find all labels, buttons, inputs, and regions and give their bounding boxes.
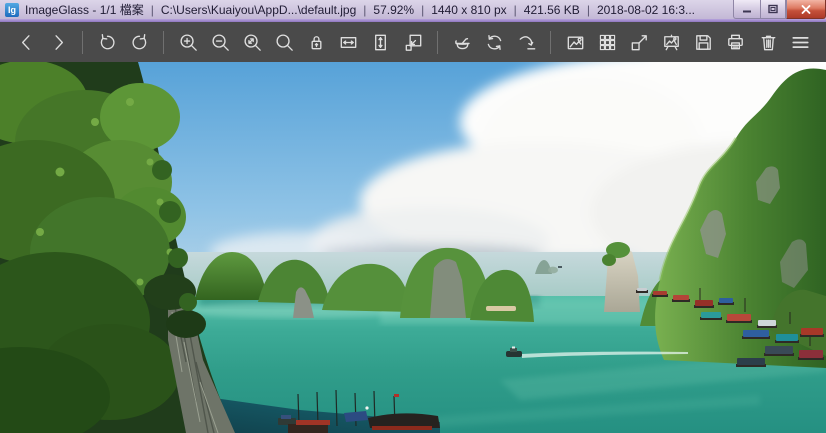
title-separator: | bbox=[144, 3, 161, 17]
trash-icon bbox=[757, 31, 780, 54]
auto-size-window-button[interactable] bbox=[397, 26, 429, 58]
title-segment: 2018-08-02 16:3... bbox=[597, 3, 695, 17]
open-file-icon bbox=[451, 31, 474, 54]
rotate-counterclockwise-button[interactable] bbox=[91, 26, 123, 58]
full-screen-button[interactable] bbox=[624, 26, 656, 58]
zoom-in-button[interactable] bbox=[172, 26, 204, 58]
title-separator: | bbox=[414, 3, 431, 17]
go-to-page-button[interactable] bbox=[510, 26, 542, 58]
zoom-out-icon bbox=[209, 31, 232, 54]
fit-width-icon bbox=[337, 31, 360, 54]
save-icon bbox=[692, 31, 715, 54]
toolbar-separator bbox=[437, 31, 438, 54]
picture-icon bbox=[564, 31, 587, 54]
actual-size-button[interactable] bbox=[269, 26, 301, 58]
maximize-button[interactable] bbox=[760, 0, 786, 19]
toolbar bbox=[0, 22, 826, 62]
fullscreen-icon bbox=[628, 31, 651, 54]
close-icon bbox=[800, 4, 812, 15]
toolbar-separator bbox=[163, 31, 164, 54]
rotate-cw-icon bbox=[128, 31, 151, 54]
previous-image-button[interactable] bbox=[10, 26, 42, 58]
auto-size-icon bbox=[402, 31, 425, 54]
chevron-right-icon bbox=[47, 31, 70, 54]
open-file-button[interactable] bbox=[446, 26, 478, 58]
minimize-icon bbox=[741, 4, 753, 14]
save-button[interactable] bbox=[688, 26, 720, 58]
scale-to-height-button[interactable] bbox=[365, 26, 397, 58]
magnifier-icon bbox=[273, 31, 296, 54]
grid-icon bbox=[596, 31, 619, 54]
title-separator: | bbox=[356, 3, 373, 17]
thumbnail-gallery-button[interactable] bbox=[592, 26, 624, 58]
main-menu-button[interactable] bbox=[784, 26, 816, 58]
rotate-clockwise-button[interactable] bbox=[123, 26, 155, 58]
title-bar[interactable]: Ig ImageGlass - 1/1 檔案|C:\Users\Kuaiyou\… bbox=[0, 0, 826, 19]
slideshow-button[interactable] bbox=[656, 26, 688, 58]
title-separator: | bbox=[580, 3, 597, 17]
close-button[interactable] bbox=[786, 0, 826, 19]
title-separator: | bbox=[507, 3, 524, 17]
refresh-icon bbox=[483, 31, 506, 54]
menu-icon bbox=[789, 31, 812, 54]
window-controls bbox=[733, 0, 826, 19]
zoom-out-button[interactable] bbox=[204, 26, 236, 58]
viewer-canvas[interactable] bbox=[0, 62, 826, 433]
maximize-icon bbox=[767, 4, 779, 15]
lock-zoom-button[interactable] bbox=[301, 26, 333, 58]
lock-icon bbox=[305, 31, 328, 54]
title-text: ImageGlass - 1/1 檔案|C:\Users\Kuaiyou\App… bbox=[25, 1, 695, 18]
title-segment: 57.92% bbox=[373, 3, 414, 17]
imageglass-window: Ig ImageGlass - 1/1 檔案|C:\Users\Kuaiyou\… bbox=[0, 0, 826, 433]
title-segment: ImageGlass - 1/1 檔案 bbox=[25, 1, 144, 18]
print-button[interactable] bbox=[720, 26, 752, 58]
logo-text: Ig bbox=[8, 5, 16, 15]
minimize-button[interactable] bbox=[733, 0, 760, 19]
refresh-button[interactable] bbox=[478, 26, 510, 58]
scale-to-width-button[interactable] bbox=[333, 26, 365, 58]
zoom-in-icon bbox=[177, 31, 200, 54]
next-image-button[interactable] bbox=[42, 26, 74, 58]
scale-to-fit-button[interactable] bbox=[237, 26, 269, 58]
halong-bay-photo bbox=[0, 62, 826, 433]
title-segment: C:\Users\Kuaiyou\AppD...\default.jpg bbox=[161, 3, 356, 17]
title-segment: 1440 x 810 px bbox=[431, 3, 506, 17]
checkerboard-background-button[interactable] bbox=[559, 26, 591, 58]
imageglass-logo-icon: Ig bbox=[5, 3, 19, 17]
goto-icon bbox=[515, 31, 538, 54]
title-segment: 421.56 KB bbox=[524, 3, 580, 17]
fit-height-icon bbox=[369, 31, 392, 54]
chevron-left-icon bbox=[15, 31, 38, 54]
toolbar-separator bbox=[82, 31, 83, 54]
zoom-fit-icon bbox=[241, 31, 264, 54]
delete-button[interactable] bbox=[752, 26, 784, 58]
slideshow-icon bbox=[660, 31, 683, 54]
rotate-ccw-icon bbox=[96, 31, 119, 54]
toolbar-separator bbox=[550, 31, 551, 54]
print-icon bbox=[724, 31, 747, 54]
